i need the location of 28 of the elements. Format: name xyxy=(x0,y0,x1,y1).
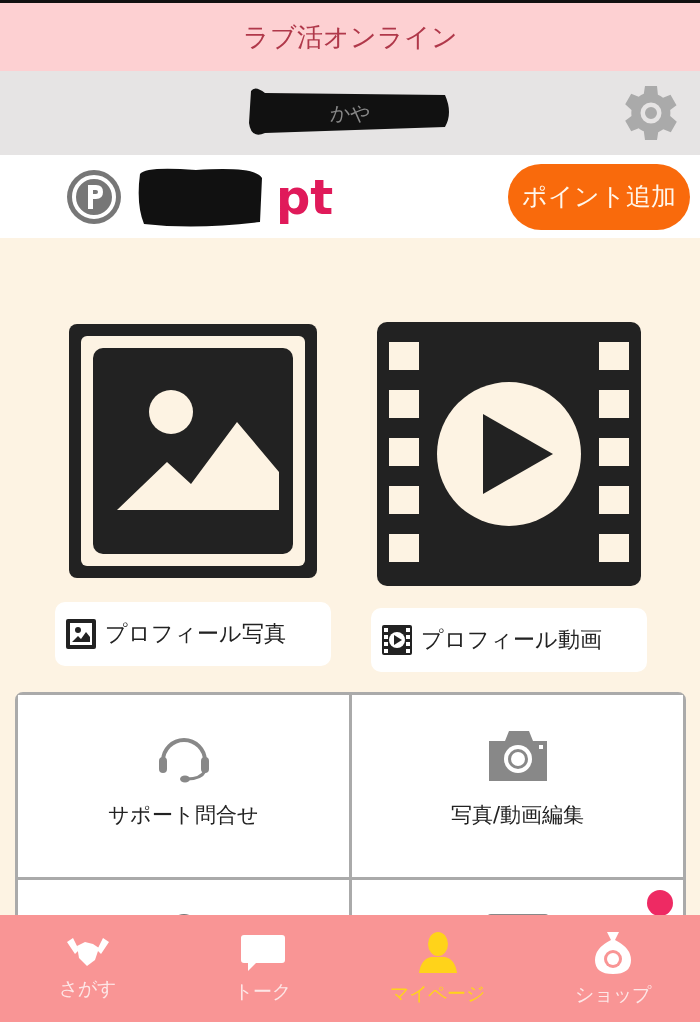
nav-tab[interactable]: さがす xyxy=(0,915,175,1022)
menu-tile[interactable]: サポート問合せ xyxy=(18,695,349,877)
media-label-text: プロフィール写真 xyxy=(105,620,286,648)
nav-tab-label: マイページ xyxy=(390,980,485,1006)
user-name: かや xyxy=(330,99,370,127)
app-title: ラブ活オンライン xyxy=(242,20,458,54)
film-icon xyxy=(381,624,413,656)
nav-tab-label: さがす xyxy=(59,975,116,1001)
picture-frame-icon[interactable] xyxy=(67,322,319,580)
points-unit: pt xyxy=(276,168,334,225)
media-label[interactable]: プロフィール写真 xyxy=(55,602,331,666)
nav-tab-label: トーク xyxy=(234,978,291,1004)
menu-tile-label: 写真/動画編集 xyxy=(450,802,585,829)
nav-tab-label: ショップ xyxy=(574,981,651,1007)
media-label[interactable]: プロフィール動画 xyxy=(371,608,647,672)
chat-icon xyxy=(239,932,286,973)
film-play-icon[interactable] xyxy=(377,322,641,586)
nav-tab[interactable]: トーク xyxy=(175,915,350,1022)
point-coin-icon xyxy=(66,168,122,225)
nav-tab[interactable]: マイページ xyxy=(350,915,525,1022)
media-label-text: プロフィール動画 xyxy=(421,626,602,654)
money-bag-icon xyxy=(592,929,633,976)
person-icon xyxy=(416,930,459,975)
menu-tile[interactable]: 写真/動画編集 xyxy=(352,695,683,877)
nav-tab[interactable]: ショップ xyxy=(525,915,700,1022)
add-points-button[interactable]: ポイント追加 xyxy=(508,163,690,230)
picture-icon xyxy=(65,618,97,650)
menu-tile-label: サポート問合せ xyxy=(108,802,259,829)
